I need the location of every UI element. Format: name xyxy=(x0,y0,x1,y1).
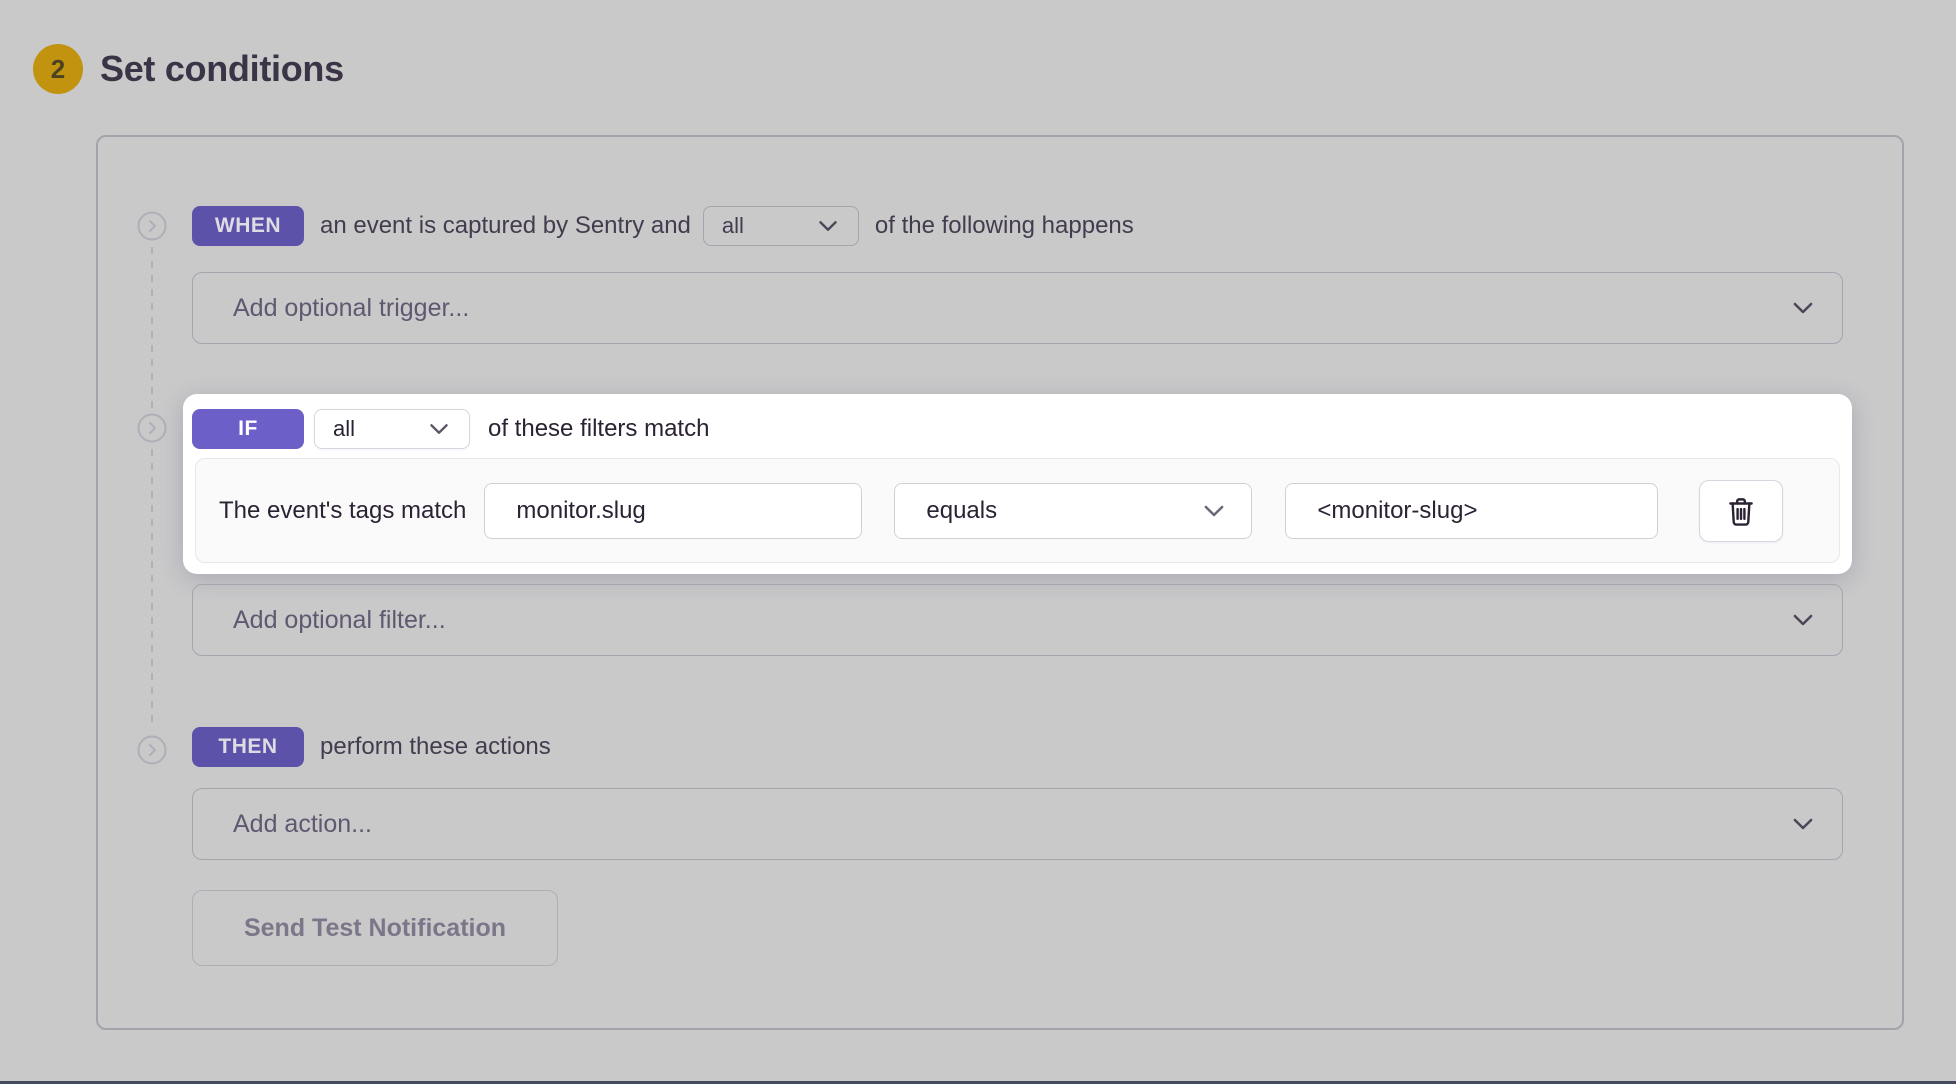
if-match-select[interactable]: all xyxy=(314,409,470,449)
chevron-down-icon xyxy=(1199,496,1229,526)
alert-rule-set-conditions-page: 2 Set conditions WHEN an event is captur… xyxy=(0,0,1956,1084)
when-badge: WHEN xyxy=(192,206,304,246)
then-row: THEN perform these actions xyxy=(192,727,551,767)
add-optional-trigger-placeholder: Add optional trigger... xyxy=(233,294,469,323)
then-badge: THEN xyxy=(192,727,304,767)
connector-dashed-line xyxy=(151,449,153,729)
page-title: Set conditions xyxy=(100,48,344,90)
filter-condition-row: The event's tags match equals xyxy=(195,458,1840,563)
tag-key-input[interactable] xyxy=(484,483,862,539)
if-text-after: of these filters match xyxy=(488,415,709,443)
step-number-badge: 2 xyxy=(33,44,83,94)
trash-icon xyxy=(1724,494,1758,528)
when-section-chevron-right-circle-icon xyxy=(137,211,167,241)
operator-select[interactable]: equals xyxy=(894,483,1252,539)
add-optional-filter-select[interactable]: Add optional filter... xyxy=(192,584,1843,656)
when-text-before: an event is captured by Sentry and xyxy=(320,212,691,240)
tag-value-input[interactable] xyxy=(1285,483,1658,539)
then-section-chevron-right-circle-icon xyxy=(137,735,167,765)
if-badge: IF xyxy=(192,409,304,449)
chevron-down-icon xyxy=(425,415,453,443)
connector-dashed-line xyxy=(151,247,153,409)
chevron-down-icon xyxy=(1788,293,1818,323)
chevron-down-icon xyxy=(1788,605,1818,635)
add-optional-filter-placeholder: Add optional filter... xyxy=(233,606,446,635)
if-match-select-value: all xyxy=(333,416,355,442)
add-action-placeholder: Add action... xyxy=(233,810,372,839)
when-match-select-value: all xyxy=(722,213,744,239)
when-match-select[interactable]: all xyxy=(703,206,859,246)
step-header: 2 Set conditions xyxy=(33,44,344,94)
send-test-notification-button[interactable]: Send Test Notification xyxy=(192,890,558,966)
if-section-chevron-right-circle-icon xyxy=(137,413,167,443)
chevron-down-icon xyxy=(814,212,842,240)
operator-select-value: equals xyxy=(926,497,997,525)
add-optional-trigger-select[interactable]: Add optional trigger... xyxy=(192,272,1843,344)
chevron-down-icon xyxy=(1788,809,1818,839)
if-row: IF all of these filters match xyxy=(192,408,709,450)
add-action-select[interactable]: Add action... xyxy=(192,788,1843,860)
step-number: 2 xyxy=(51,54,65,85)
when-text-after: of the following happens xyxy=(875,212,1134,240)
then-text-after: perform these actions xyxy=(320,733,551,761)
filter-label: The event's tags match xyxy=(219,497,466,525)
delete-filter-button[interactable] xyxy=(1699,480,1783,542)
when-row: WHEN an event is captured by Sentry and … xyxy=(192,206,1134,246)
